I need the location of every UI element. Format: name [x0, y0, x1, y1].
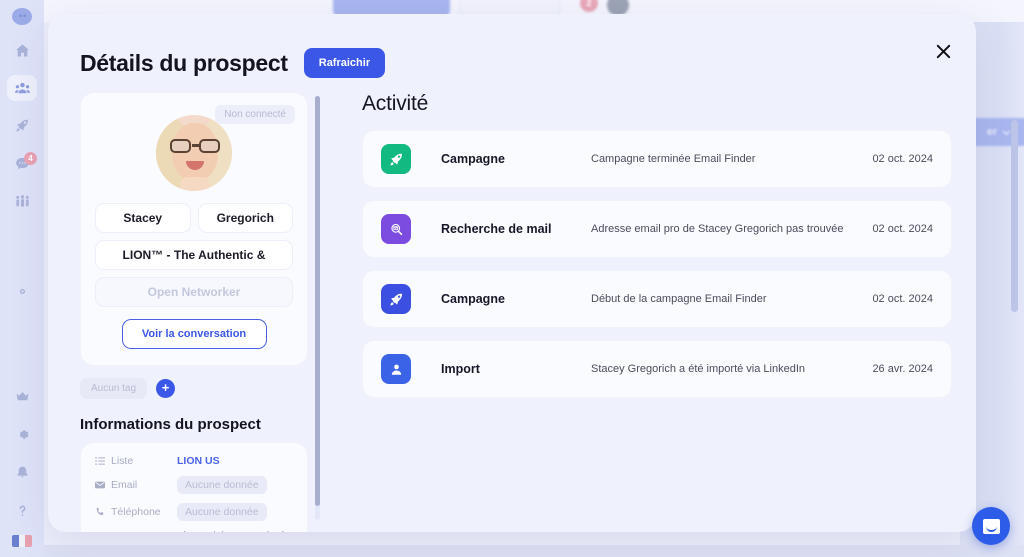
info-value-liste[interactable]: LION US [177, 455, 220, 467]
close-button[interactable] [928, 36, 958, 66]
activity-description: Campagne terminée Email Finder [591, 153, 756, 165]
headline-placeholder-field[interactable]: Open Networker [95, 277, 293, 307]
info-row-region: Région Daphne, Alabama, United States [95, 530, 293, 532]
activity-icon-recherche-de-mail [381, 214, 411, 244]
sidebar-item-prospects[interactable] [7, 75, 37, 101]
panel-scrollbar-thumb[interactable] [315, 96, 320, 506]
table-row[interactable]: Recherche de mail Adresse email pro de S… [362, 200, 952, 258]
bell-icon [17, 466, 27, 478]
view-conversation-button[interactable]: Voir la conversation [121, 319, 267, 349]
table-row[interactable]: Campagne Campagne terminée Email Finder … [362, 130, 952, 188]
activity-type: Campagne [441, 292, 505, 306]
prospect-panel: Non connecté Stacey Gregorich LION™ - Th… [80, 92, 320, 532]
group-icon [15, 195, 29, 207]
sidebar-item-notifications[interactable] [7, 459, 37, 485]
info-label: Téléphone [111, 506, 161, 518]
activity-type: Campagne [441, 152, 505, 166]
sidebar: 4 [0, 0, 44, 557]
name-fields: Stacey Gregorich [95, 203, 293, 233]
sidebar-item-settings[interactable] [7, 278, 37, 304]
question-icon [19, 505, 25, 516]
avatar-wrapper [95, 115, 293, 191]
background-bottom-strip [44, 545, 1024, 557]
add-tag-button[interactable]: + [156, 379, 176, 398]
activity-panel: Activité Campagne Campagne terminée Emai… [320, 92, 976, 532]
activity-date: 02 oct. 2024 [872, 153, 933, 165]
activity-date: 26 avr. 2024 [872, 363, 933, 375]
table-row[interactable]: Import Stacey Gregorich a été importé vi… [362, 340, 952, 398]
sidebar-item-upgrade[interactable] [7, 384, 37, 410]
list-icon [95, 457, 105, 465]
background-dropdown-label: er [986, 126, 998, 138]
phone-icon [96, 507, 104, 515]
profile-card: Non connecté Stacey Gregorich LION™ - Th… [80, 92, 308, 366]
prospect-info-card: Liste LION US Email Aucune donnée Téléph… [80, 442, 308, 532]
first-name-field[interactable]: Stacey [95, 203, 191, 233]
messages-badge: 4 [24, 151, 37, 165]
people-icon [14, 82, 30, 93]
chevron-down-icon [1003, 130, 1011, 135]
tags-row: Aucun tag + [80, 378, 320, 399]
sidebar-item-home[interactable] [7, 37, 37, 63]
mail-icon [95, 481, 105, 489]
prospect-details-modal: Détails du prospect Rafraichir Non conne… [48, 14, 976, 532]
rocket-icon [389, 152, 402, 165]
headline-field[interactable]: LION™ - The Authentic & [95, 240, 293, 270]
tag-empty-chip: Aucun tag [80, 378, 148, 399]
background-scrollbar[interactable] [1011, 120, 1018, 312]
activity-title: Activité [362, 92, 429, 115]
intercom-chat-icon [982, 518, 1000, 534]
intercom-chat-button[interactable] [972, 507, 1010, 545]
close-icon [936, 44, 950, 58]
gear-icon [19, 430, 29, 439]
info-value-telephone: Aucune donnée [177, 503, 267, 521]
activity-icon-campagne [381, 144, 411, 174]
activity-type: Import [441, 362, 480, 376]
info-key: Email [95, 479, 177, 491]
info-value-email: Aucune donnée [177, 476, 267, 494]
activity-description: Stacey Gregorich a été importé via Linke… [591, 363, 806, 375]
info-label: Liste [111, 455, 134, 467]
table-row[interactable]: Campagne Début de la campagne Email Find… [362, 270, 952, 328]
rocket-icon [389, 292, 402, 305]
info-row-liste: Liste LION US [95, 455, 293, 467]
sidebar-item-messages[interactable]: 4 [7, 151, 37, 177]
mail-search-icon [390, 223, 402, 235]
gear-icon [19, 288, 25, 294]
info-row-telephone: Téléphone Aucune donnée [95, 503, 293, 521]
sidebar-item-teams[interactable] [7, 189, 37, 215]
activity-description: Adresse email pro de Stacey Gregorich pa… [591, 223, 844, 235]
activity-date: 02 oct. 2024 [872, 293, 933, 305]
info-key: Téléphone [95, 506, 177, 518]
rocket-icon [15, 119, 28, 132]
info-value-region: Daphne, Alabama, United States [164, 530, 293, 532]
last-name-field[interactable]: Gregorich [197, 203, 293, 233]
home-icon [15, 44, 29, 57]
prospect-info-title: Informations du prospect [80, 416, 261, 433]
activity-type: Recherche de mail [441, 222, 552, 236]
page-title: Détails du prospect [80, 49, 288, 76]
info-row-email: Email Aucune donnée [95, 476, 293, 494]
sidebar-item-help[interactable] [7, 497, 37, 523]
avatar [156, 115, 232, 191]
activity-icon-campagne [381, 284, 411, 314]
crown-icon [16, 391, 28, 401]
modal-header: Détails du prospect Rafraichir [48, 14, 976, 78]
sidebar-item-preferences[interactable] [7, 421, 37, 447]
person-icon [391, 364, 401, 375]
activity-date: 02 oct. 2024 [872, 223, 933, 235]
refresh-button[interactable]: Rafraichir [303, 48, 386, 78]
activity-icon-import [381, 354, 411, 384]
info-label: Email [111, 479, 138, 491]
logo-icon[interactable] [12, 8, 32, 26]
activity-description: Début de la campagne Email Finder [591, 293, 767, 305]
french-flag-icon[interactable] [12, 535, 32, 548]
sidebar-item-campaigns[interactable] [7, 113, 37, 139]
modal-body: Non connecté Stacey Gregorich LION™ - Th… [48, 78, 976, 532]
info-key: Liste [95, 455, 177, 467]
